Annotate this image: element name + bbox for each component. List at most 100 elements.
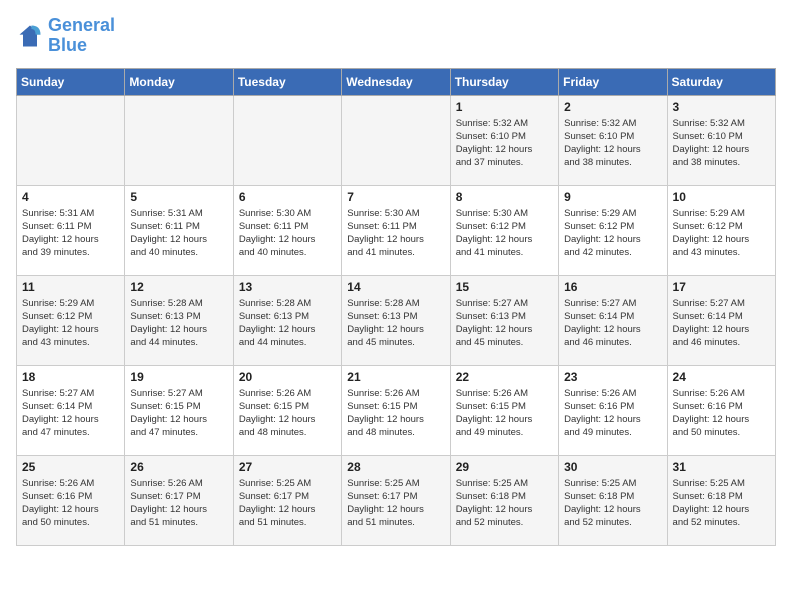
day-number: 29 — [456, 460, 553, 474]
day-number: 1 — [456, 100, 553, 114]
day-number: 13 — [239, 280, 336, 294]
day-info: Sunrise: 5:30 AM Sunset: 6:11 PM Dayligh… — [347, 207, 444, 260]
day-number: 6 — [239, 190, 336, 204]
calendar-header-row: SundayMondayTuesdayWednesdayThursdayFrid… — [17, 68, 776, 95]
day-number: 16 — [564, 280, 661, 294]
calendar-cell: 26Sunrise: 5:26 AM Sunset: 6:17 PM Dayli… — [125, 455, 233, 545]
day-number: 20 — [239, 370, 336, 384]
calendar-cell: 5Sunrise: 5:31 AM Sunset: 6:11 PM Daylig… — [125, 185, 233, 275]
calendar-cell: 20 Sunrise: 5:26 AM Sunset: 6:15 PM Dayli… — [233, 365, 341, 455]
logo-text: General Blue — [48, 16, 115, 56]
calendar-cell: 24 Sunrise: 5:26 AM Sunset: 6:16 PM Dayli… — [667, 365, 775, 455]
day-info: Sunrise: 5:27 AM Sunset: 6:14 PM Dayligh… — [564, 297, 661, 350]
day-info: Sunrise: 5:29 AM Sunset: 6:12 PM Dayligh… — [673, 207, 770, 260]
day-number: 21 — [347, 370, 444, 384]
day-number: 31 — [673, 460, 770, 474]
calendar-cell: 22 Sunrise: 5:26 AM Sunset: 6:15 PM Dayli… — [450, 365, 558, 455]
day-number: 14 — [347, 280, 444, 294]
weekday-header-tuesday: Tuesday — [233, 68, 341, 95]
day-number: 26 — [130, 460, 227, 474]
calendar-cell: 19 Sunrise: 5:27 AM Sunset: 6:15 PM Dayli… — [125, 365, 233, 455]
day-info: Sunrise: 5:30 AM Sunset: 6:11 PM Dayligh… — [239, 207, 336, 260]
calendar-cell: 7 Sunrise: 5:30 AM Sunset: 6:11 PM Daylig… — [342, 185, 450, 275]
calendar-week-row: 25Sunrise: 5:26 AM Sunset: 6:16 PM Dayli… — [17, 455, 776, 545]
day-info: Sunrise: 5:26 AM Sunset: 6:16 PM Dayligh… — [564, 387, 661, 440]
day-info: Sunrise: 5:27 AM Sunset: 6:14 PM Dayligh… — [673, 297, 770, 350]
day-info: Sunrise: 5:30 AM Sunset: 6:12 PM Dayligh… — [456, 207, 553, 260]
day-info: Sunrise: 5:26 AM Sunset: 6:16 PM Dayligh… — [673, 387, 770, 440]
calendar-cell: 18 Sunrise: 5:27 AM Sunset: 6:14 PM Dayli… — [17, 365, 125, 455]
day-info: Sunrise: 5:28 AM Sunset: 6:13 PM Dayligh… — [130, 297, 227, 350]
logo: General Blue — [16, 16, 115, 56]
day-number: 9 — [564, 190, 661, 204]
page-header: General Blue — [16, 16, 776, 56]
day-number: 17 — [673, 280, 770, 294]
day-number: 28 — [347, 460, 444, 474]
calendar-table: SundayMondayTuesdayWednesdayThursdayFrid… — [16, 68, 776, 546]
weekday-header-friday: Friday — [559, 68, 667, 95]
calendar-cell: 3 Sunrise: 5:32 AM Sunset: 6:10 PM Daylig… — [667, 95, 775, 185]
weekday-header-wednesday: Wednesday — [342, 68, 450, 95]
day-info: Sunrise: 5:26 AM Sunset: 6:15 PM Dayligh… — [239, 387, 336, 440]
day-number: 23 — [564, 370, 661, 384]
day-number: 8 — [456, 190, 553, 204]
day-info: Sunrise: 5:31 AM Sunset: 6:11 PM Dayligh… — [130, 207, 227, 260]
day-info: Sunrise: 5:28 AM Sunset: 6:13 PM Dayligh… — [347, 297, 444, 350]
calendar-cell: 25Sunrise: 5:26 AM Sunset: 6:16 PM Dayli… — [17, 455, 125, 545]
weekday-header-sunday: Sunday — [17, 68, 125, 95]
day-number: 10 — [673, 190, 770, 204]
calendar-cell: 9 Sunrise: 5:29 AM Sunset: 6:12 PM Daylig… — [559, 185, 667, 275]
day-number: 11 — [22, 280, 119, 294]
day-info: Sunrise: 5:25 AM Sunset: 6:18 PM Dayligh… — [456, 477, 553, 530]
day-info: Sunrise: 5:25 AM Sunset: 6:17 PM Dayligh… — [347, 477, 444, 530]
calendar-cell — [17, 95, 125, 185]
calendar-cell: 10 Sunrise: 5:29 AM Sunset: 6:12 PM Dayli… — [667, 185, 775, 275]
day-number: 19 — [130, 370, 227, 384]
day-number: 4 — [22, 190, 119, 204]
logo-icon — [16, 22, 44, 50]
day-info: Sunrise: 5:29 AM Sunset: 6:12 PM Dayligh… — [22, 297, 119, 350]
calendar-cell: 16 Sunrise: 5:27 AM Sunset: 6:14 PM Dayli… — [559, 275, 667, 365]
day-info: Sunrise: 5:28 AM Sunset: 6:13 PM Dayligh… — [239, 297, 336, 350]
day-info: Sunrise: 5:27 AM Sunset: 6:14 PM Dayligh… — [22, 387, 119, 440]
day-number: 30 — [564, 460, 661, 474]
day-number: 22 — [456, 370, 553, 384]
day-info: Sunrise: 5:27 AM Sunset: 6:13 PM Dayligh… — [456, 297, 553, 350]
day-number: 18 — [22, 370, 119, 384]
calendar-cell: 27Sunrise: 5:25 AM Sunset: 6:17 PM Dayli… — [233, 455, 341, 545]
day-number: 15 — [456, 280, 553, 294]
day-info: Sunrise: 5:32 AM Sunset: 6:10 PM Dayligh… — [456, 117, 553, 170]
calendar-cell — [125, 95, 233, 185]
calendar-cell — [342, 95, 450, 185]
day-number: 24 — [673, 370, 770, 384]
day-number: 3 — [673, 100, 770, 114]
calendar-cell: 23 Sunrise: 5:26 AM Sunset: 6:16 PM Dayli… — [559, 365, 667, 455]
calendar-cell: 15 Sunrise: 5:27 AM Sunset: 6:13 PM Dayli… — [450, 275, 558, 365]
calendar-cell: 6 Sunrise: 5:30 AM Sunset: 6:11 PM Daylig… — [233, 185, 341, 275]
day-number: 7 — [347, 190, 444, 204]
calendar-cell — [233, 95, 341, 185]
weekday-header-thursday: Thursday — [450, 68, 558, 95]
calendar-week-row: 11 Sunrise: 5:29 AM Sunset: 6:12 PM Dayli… — [17, 275, 776, 365]
calendar-week-row: 4 Sunrise: 5:31 AM Sunset: 6:11 PM Daylig… — [17, 185, 776, 275]
weekday-header-saturday: Saturday — [667, 68, 775, 95]
calendar-cell: 4Sunrise: 5:31 AM Sunset: 6:11 PM Daylig… — [17, 185, 125, 275]
day-info: Sunrise: 5:25 AM Sunset: 6:18 PM Dayligh… — [673, 477, 770, 530]
calendar-cell: 12 Sunrise: 5:28 AM Sunset: 6:13 PM Dayli… — [125, 275, 233, 365]
weekday-header-monday: Monday — [125, 68, 233, 95]
day-number: 2 — [564, 100, 661, 114]
calendar-cell: 31 Sunrise: 5:25 AM Sunset: 6:18 PM Dayli… — [667, 455, 775, 545]
calendar-cell: 1 Sunrise: 5:32 AM Sunset: 6:10 PM Daylig… — [450, 95, 558, 185]
calendar-cell: 29 Sunrise: 5:25 AM Sunset: 6:18 PM Dayli… — [450, 455, 558, 545]
day-info: Sunrise: 5:32 AM Sunset: 6:10 PM Dayligh… — [673, 117, 770, 170]
calendar-cell: 21 Sunrise: 5:26 AM Sunset: 6:15 PM Dayli… — [342, 365, 450, 455]
day-info: Sunrise: 5:29 AM Sunset: 6:12 PM Dayligh… — [564, 207, 661, 260]
day-info: Sunrise: 5:26 AM Sunset: 6:15 PM Dayligh… — [347, 387, 444, 440]
calendar-cell: 11 Sunrise: 5:29 AM Sunset: 6:12 PM Dayli… — [17, 275, 125, 365]
day-number: 12 — [130, 280, 227, 294]
day-number: 25 — [22, 460, 119, 474]
calendar-week-row: 1 Sunrise: 5:32 AM Sunset: 6:10 PM Daylig… — [17, 95, 776, 185]
day-number: 27 — [239, 460, 336, 474]
day-info: Sunrise: 5:27 AM Sunset: 6:15 PM Dayligh… — [130, 387, 227, 440]
day-info: Sunrise: 5:26 AM Sunset: 6:15 PM Dayligh… — [456, 387, 553, 440]
